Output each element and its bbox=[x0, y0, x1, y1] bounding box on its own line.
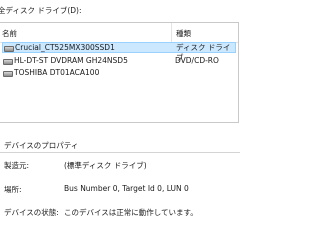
device-properties-title: デバイスのプロパティ bbox=[4, 141, 79, 150]
disk-drive-icon bbox=[3, 71, 13, 77]
device-status-value: このデバイスは正常に動作しています。 bbox=[64, 208, 198, 217]
manufacturer-label: 製造元: bbox=[4, 161, 30, 170]
drive-name: TOSHIBA DT01ACA100 bbox=[14, 68, 100, 77]
column-divider[interactable] bbox=[171, 23, 172, 42]
location-label: 場所: bbox=[4, 185, 22, 194]
disk-drive-icon bbox=[4, 46, 14, 52]
drive-type: DVD/CD-RO bbox=[175, 56, 219, 65]
drive-list[interactable]: 名前 種類 Crucial_CT525MX300SSD1 ディスク ドライブ H… bbox=[0, 22, 239, 123]
drive-row-toshiba[interactable]: TOSHIBA DT01ACA100 bbox=[2, 68, 236, 79]
drive-name: HL-DT-ST DVDRAM GH24NSD5 bbox=[14, 56, 128, 65]
device-status-label: デバイスの状態: bbox=[4, 208, 59, 217]
drives-list-label: 全ディスク ドライブ(D): bbox=[0, 6, 82, 15]
column-header-name[interactable]: 名前 bbox=[2, 28, 17, 39]
drive-row-dvd[interactable]: HL-DT-ST DVDRAM GH24NSD5 DVD/CD-RO bbox=[2, 56, 236, 67]
manufacturer-value: (標準ディスク ドライブ) bbox=[64, 161, 147, 170]
drive-row-crucial[interactable]: Crucial_CT525MX300SSD1 ディスク ドライブ bbox=[2, 42, 236, 62]
drive-name: Crucial_CT525MX300SSD1 bbox=[15, 43, 115, 52]
disk-drive-icon bbox=[3, 59, 13, 65]
location-value: Bus Number 0, Target Id 0, LUN 0 bbox=[64, 184, 189, 193]
column-header-type[interactable]: 種類 bbox=[176, 28, 191, 39]
column-header: 名前 種類 bbox=[0, 23, 238, 43]
